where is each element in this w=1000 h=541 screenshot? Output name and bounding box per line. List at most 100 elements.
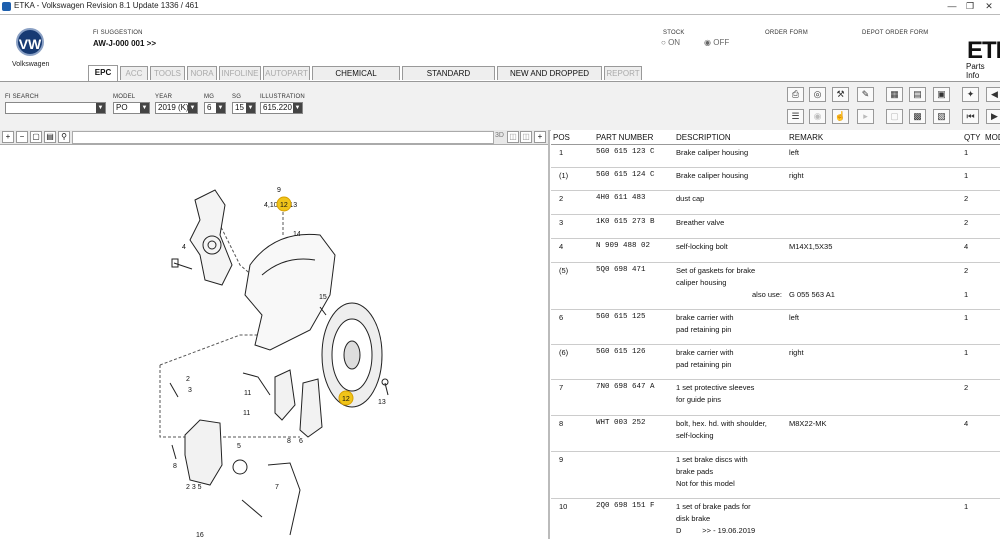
next-icon[interactable]: ▶ (986, 109, 1000, 124)
part-number-cell[interactable]: N 909 488 02 (596, 242, 650, 250)
dropdown-arrow-icon[interactable]: ▼ (96, 103, 105, 113)
col-remark[interactable]: REMARK (789, 133, 823, 142)
tab-acc[interactable]: ACC (120, 66, 148, 80)
pin-icon[interactable]: ✦ (962, 87, 979, 102)
magnifier-icon[interactable]: ⚲ (58, 131, 70, 143)
first-icon[interactable]: ⏮ (962, 109, 979, 124)
col-mod[interactable]: MOD (985, 133, 1000, 142)
dropdown-arrow-icon[interactable]: ▼ (293, 103, 302, 113)
part-number-cell[interactable]: 5G0 615 123 C (596, 148, 655, 156)
print-icon[interactable]: ⎙ (787, 87, 804, 102)
table-row[interactable]: 10 2Q0 698 151 F 1 set of brake pads for… (551, 499, 1000, 539)
tab-chemical-materials[interactable]: CHEMICAL MATERIALS (312, 66, 400, 92)
callout-label[interactable]: 4 (182, 244, 186, 251)
callout-label[interactable]: 2 3 5 (186, 484, 202, 491)
table-row[interactable]: 7 7N0 698 647 A 1 set protective sleeves… (551, 380, 1000, 416)
split-view-icon[interactable]: ◫ (507, 131, 519, 143)
part-number-cell[interactable]: 2Q0 698 151 F (596, 502, 655, 510)
parts-illustration[interactable]: 9 4,10,12,13 14 4 15 2 3 11 13 11 8 6 5 … (0, 145, 548, 539)
order-form-label[interactable]: ORDER FORM (765, 30, 808, 36)
callout-label[interactable]: 11 (243, 410, 250, 417)
stock-on-radio[interactable]: ○ ON (661, 38, 680, 47)
dropdown-arrow-icon[interactable]: ▼ (188, 103, 197, 113)
layout-icon[interactable]: ◫ (520, 131, 532, 143)
disc-icon[interactable]: ◎ (809, 87, 826, 102)
tab-report[interactable]: REPORT (604, 66, 642, 80)
expand-icon[interactable]: + (534, 131, 546, 143)
zoom-fit-icon[interactable]: ▢ (30, 131, 42, 143)
sg-select[interactable]: 15 ▼ (232, 102, 256, 114)
callout-label[interactable]: 14 (293, 231, 301, 238)
table-row[interactable]: 3 1K0 615 273 B Breather valve 2 (551, 215, 1000, 239)
part-number-cell[interactable]: 5G0 615 125 (596, 313, 646, 321)
basket-icon[interactable]: ▩ (909, 109, 926, 124)
diagram-search-field[interactable] (72, 131, 494, 144)
pane-divider[interactable] (548, 130, 550, 539)
col-qty[interactable]: QTY (964, 133, 980, 142)
dropdown-arrow-icon[interactable]: ▼ (140, 103, 149, 113)
callout-label[interactable]: 5 (237, 443, 241, 450)
table-row[interactable]: 8 WHT 003 252 bolt, hex. hd. with should… (551, 416, 1000, 452)
callout-label[interactable]: 15 (319, 294, 327, 301)
zoom-in-icon[interactable]: + (2, 131, 14, 143)
table-row[interactable]: (6) 5G0 615 126 brake carrier with pad r… (551, 345, 1000, 380)
close-icon[interactable]: ✕ (981, 0, 997, 13)
dropdown-arrow-icon[interactable]: ▼ (216, 103, 225, 113)
prev-icon[interactable]: ◀ (986, 87, 1000, 102)
table-row[interactable]: 9 1 set brake discs with brake pads Not … (551, 452, 1000, 499)
callout-label[interactable]: 16 (196, 532, 204, 539)
key-icon[interactable]: ◉ (809, 109, 826, 124)
table-row[interactable]: 6 5G0 615 125 brake carrier with pad ret… (551, 310, 1000, 345)
fi-search-input[interactable]: ▼ (5, 102, 106, 114)
col-description[interactable]: DESCRIPTION (676, 133, 731, 142)
callout-label[interactable]: 6 (299, 438, 303, 445)
part-number-cell[interactable]: 5Q0 698 471 (596, 266, 646, 274)
zoom-area-icon[interactable]: ▤ (44, 131, 56, 143)
col-part-number[interactable]: PART NUMBER (596, 133, 653, 142)
table-row[interactable]: 1 5G0 615 123 C Brake caliper housing le… (551, 145, 1000, 168)
tab-standard-hardware[interactable]: STANDARD HARDWARE (402, 66, 495, 92)
part-number-cell[interactable]: WHT 003 252 (596, 419, 646, 427)
stock-off-radio[interactable]: ◉ OFF (704, 38, 729, 47)
model-select[interactable]: PO ▼ (113, 102, 150, 114)
illustration-select[interactable]: 615.220 ▼ (260, 102, 303, 114)
repair-icon[interactable]: ⚒ (832, 87, 849, 102)
restore-icon[interactable]: ❐ (962, 0, 978, 13)
paint-icon[interactable]: ✎ (857, 87, 874, 102)
part-number-cell[interactable]: 5G0 615 124 C (596, 171, 655, 179)
tab-nora[interactable]: NORA (187, 66, 217, 80)
tab-tools[interactable]: TOOLS (150, 66, 185, 80)
table-row[interactable]: 4 N 909 488 02 self-locking bolt M14X1,5… (551, 239, 1000, 263)
zoom-out-icon[interactable]: − (16, 131, 28, 143)
part-number-cell[interactable]: 4H0 611 483 (596, 194, 646, 202)
year-select[interactable]: 2019 (K) ▼ (155, 102, 198, 114)
part-number-cell[interactable]: 5G0 615 126 (596, 348, 646, 356)
dropdown-arrow-icon[interactable]: ▼ (246, 103, 255, 113)
minimize-icon[interactable]: — (944, 0, 960, 13)
callout-label[interactable]: 2 (186, 376, 190, 383)
mg-select[interactable]: 6 ▼ (204, 102, 226, 114)
fi-suggestion-link[interactable]: AW-J-000 001 >> (93, 39, 156, 48)
cart-icon[interactable]: ▧ (933, 109, 950, 124)
notes-icon[interactable]: ▢ (886, 109, 903, 124)
step-icon[interactable]: ▸ (857, 109, 874, 124)
callout-label[interactable]: 7 (275, 484, 279, 491)
hand-icon[interactable]: ☝ (832, 109, 849, 124)
cart-transfer-icon[interactable]: ▣ (933, 87, 950, 102)
tab-epc[interactable]: EPC (88, 65, 118, 81)
table-row[interactable]: (1) 5G0 615 124 C Brake caliper housing … (551, 168, 1000, 191)
col-pos[interactable]: POS (553, 133, 570, 142)
callout-label[interactable]: 13 (378, 399, 386, 406)
table-row[interactable]: 2 4H0 611 483 dust cap 2 (551, 191, 1000, 215)
tab-infoline[interactable]: INFOLINE (219, 66, 261, 80)
callout-label[interactable]: 8 (287, 438, 291, 445)
also-use-part[interactable]: G 055 563 A1 (789, 290, 835, 299)
depot-order-form-label[interactable]: DEPOT ORDER FORM (862, 30, 928, 36)
service-icon[interactable]: ▤ (909, 87, 926, 102)
view-3d-toggle[interactable]: 3D (495, 132, 504, 139)
callout-label[interactable]: 3 (188, 387, 192, 394)
part-number-cell[interactable]: 7N0 698 647 A (596, 383, 655, 391)
part-number-cell[interactable]: 1K0 615 273 B (596, 218, 655, 226)
tab-new-and-dropped-parts[interactable]: NEW AND DROPPED PARTS (497, 66, 602, 92)
callout-label[interactable]: 8 (173, 463, 177, 470)
